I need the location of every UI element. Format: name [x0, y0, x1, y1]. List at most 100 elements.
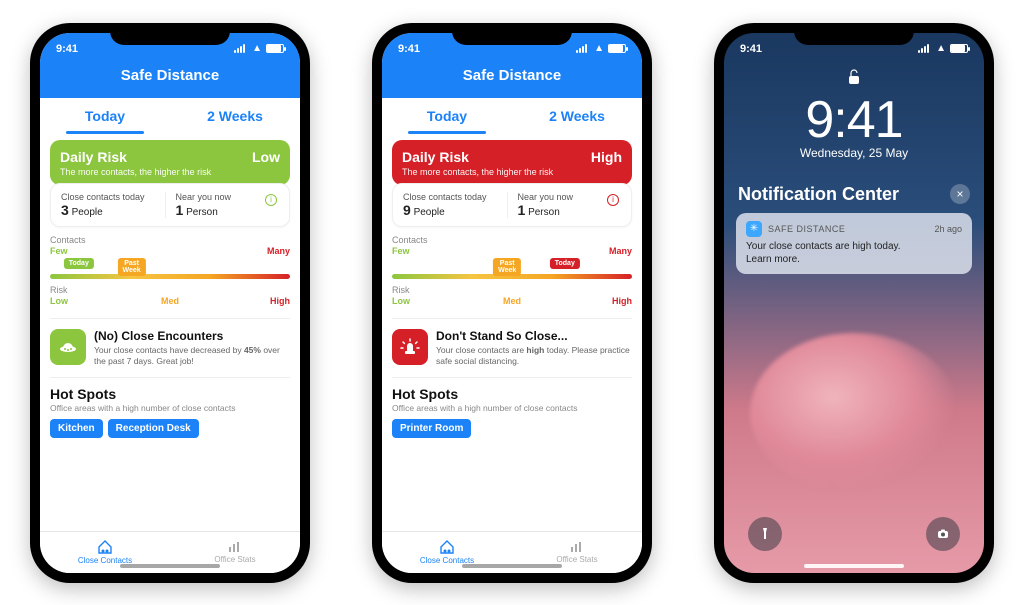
gauge-label: Risk — [392, 285, 632, 295]
phone-app-1: 9:41 ▲ Safe Distance Today 2 Weeks Daily… — [30, 23, 310, 583]
near-you-label: Near you now — [518, 192, 622, 202]
close-contacts-label: Close contacts today — [61, 192, 165, 202]
wifi-icon: ▲ — [252, 43, 262, 54]
hotspot-chip[interactable]: Kitchen — [50, 419, 103, 438]
near-you-value: 1 Person — [518, 202, 622, 218]
gauge-right: Many — [609, 246, 632, 256]
ufo-icon — [50, 329, 86, 365]
hot-spots-subtitle: Office areas with a high number of close… — [392, 403, 632, 413]
notification-body: Your close contacts are high today. Lear… — [746, 240, 962, 266]
advice-body: Your close contacts are high today. Plea… — [436, 345, 632, 367]
risk-title: Daily Risk — [60, 149, 127, 165]
gauge-label: Contacts — [392, 235, 632, 245]
tab-label: Office Stats — [214, 555, 255, 564]
close-contacts-label: Close contacts today — [403, 192, 507, 202]
tab-today[interactable]: Today — [40, 98, 170, 134]
tab-label: Office Stats — [556, 555, 597, 564]
status-icons: ▲ — [234, 43, 284, 54]
gauge-bar: TodayPastWeek — [50, 274, 290, 279]
close-contacts-value: 3 People — [61, 202, 165, 218]
wifi-icon: ▲ — [594, 43, 604, 54]
tab-bar: Today 2 Weeks — [40, 98, 300, 134]
signal-icon — [918, 44, 932, 53]
contacts-gauge: Contacts FewMany TodayPastWeek — [50, 235, 290, 279]
signal-icon — [234, 44, 248, 53]
risk-level: Low — [252, 149, 280, 165]
status-time: 9:41 — [740, 43, 762, 55]
info-icon[interactable]: i — [607, 194, 619, 206]
close-contacts-value: 9 People — [403, 202, 507, 218]
notification-center-title: Notification Center — [738, 184, 899, 205]
status-icons: ▲ — [918, 43, 968, 54]
gauge-left: Low — [392, 296, 472, 306]
risk-card: Daily Risk High The more contacts, the h… — [392, 140, 632, 185]
gauge-left: Few — [392, 246, 410, 256]
gauge-marker-today: Today — [64, 258, 94, 269]
unlock-icon — [724, 69, 984, 88]
advice-card: Don't Stand So Close... Your close conta… — [392, 318, 632, 367]
home-indicator[interactable] — [462, 564, 562, 568]
info-icon[interactable]: i — [265, 194, 277, 206]
lock-date: Wednesday, 25 May — [724, 146, 984, 160]
risk-gauge: Risk LowMedHigh — [392, 285, 632, 306]
hotspot-chip[interactable]: Reception Desk — [108, 419, 199, 438]
near-you-label: Near you now — [176, 192, 280, 202]
notch — [794, 23, 914, 45]
advice-card: (No) Close Encounters Your close contact… — [50, 318, 290, 367]
hotspot-chip[interactable]: Printer Room — [392, 419, 471, 438]
camera-button[interactable] — [926, 517, 960, 551]
gauge-mid: Med — [130, 296, 210, 306]
wallpaper-cloud — [750, 333, 958, 493]
risk-subtitle: The more contacts, the higher the risk — [402, 167, 622, 177]
app-title: Safe Distance — [40, 65, 300, 90]
notification-app-name: SAFE DISTANCE — [768, 224, 928, 234]
gauge-label: Contacts — [50, 235, 290, 245]
battery-icon — [950, 44, 968, 53]
status-time: 9:41 — [398, 43, 420, 55]
notification-center-close-button[interactable]: × — [950, 184, 970, 204]
gauge-marker-past week: PastWeek — [118, 258, 146, 277]
status-icons: ▲ — [576, 43, 626, 54]
home-indicator[interactable] — [804, 564, 904, 568]
notification-app-icon: ✳ — [746, 221, 762, 237]
lock-time: 9:41 — [724, 90, 984, 150]
tab-today[interactable]: Today — [382, 98, 512, 134]
phone-lockscreen: 9:41 ▲ 9:41 Wednesday, 25 May Notificati… — [714, 23, 994, 583]
battery-icon — [266, 44, 284, 53]
advice-title: Don't Stand So Close... — [436, 329, 632, 343]
siren-icon — [392, 329, 428, 365]
notch — [452, 23, 572, 45]
risk-subtitle: The more contacts, the higher the risk — [60, 167, 280, 177]
tab-two-weeks[interactable]: 2 Weeks — [170, 98, 300, 134]
hot-spots-chips: Printer Room — [392, 419, 632, 438]
near-you-value: 1 Person — [176, 202, 280, 218]
status-time: 9:41 — [56, 43, 78, 55]
phone-app-2: 9:41 ▲ Safe Distance Today 2 Weeks Daily… — [372, 23, 652, 583]
advice-body: Your close contacts have decreased by 45… — [94, 345, 290, 367]
wifi-icon: ▲ — [936, 43, 946, 54]
notification-card[interactable]: ✳ SAFE DISTANCE 2h ago Your close contac… — [736, 213, 972, 274]
risk-level: High — [591, 149, 622, 165]
risk-card: Daily Risk Low The more contacts, the hi… — [50, 140, 290, 185]
gauge-left: Low — [50, 296, 130, 306]
gauge-label: Risk — [50, 285, 290, 295]
hot-spots-title: Hot Spots — [392, 386, 632, 402]
notification-time: 2h ago — [934, 224, 962, 234]
gauge-bar: PastWeekToday — [392, 274, 632, 279]
stats-card: Close contacts today 3 People i Near you… — [50, 183, 290, 227]
gauge-right: Many — [267, 246, 290, 256]
gauge-left: Few — [50, 246, 68, 256]
home-indicator[interactable] — [120, 564, 220, 568]
notch — [110, 23, 230, 45]
gauge-marker-past week: PastWeek — [493, 258, 521, 277]
hot-spots-subtitle: Office areas with a high number of close… — [50, 403, 290, 413]
contacts-gauge: Contacts Few Many PastWeekToday — [392, 235, 632, 279]
gauge-mid: Med — [472, 296, 552, 306]
tab-bar: Today 2 Weeks — [382, 98, 642, 134]
tab-two-weeks[interactable]: 2 Weeks — [512, 98, 642, 134]
flashlight-button[interactable] — [748, 517, 782, 551]
hot-spots-section: Hot Spots Office areas with a high numbe… — [392, 377, 632, 438]
advice-title: (No) Close Encounters — [94, 329, 290, 343]
risk-gauge: Risk LowMedHigh — [50, 285, 290, 306]
battery-icon — [608, 44, 626, 53]
